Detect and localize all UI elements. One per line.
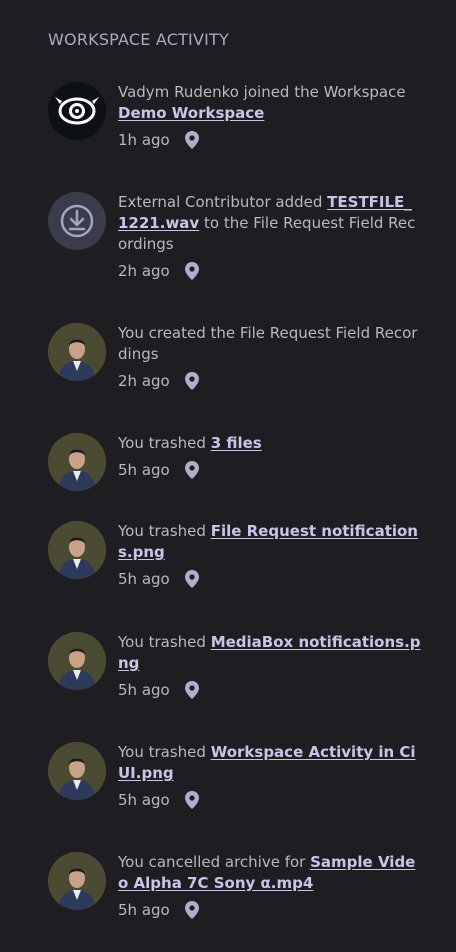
- location-pin-icon[interactable]: [184, 131, 199, 149]
- activity-text: You trashed 3 files: [118, 434, 262, 452]
- location-pin-icon[interactable]: [184, 262, 199, 280]
- activity-time: 5h ago: [118, 901, 170, 919]
- user-avatar: [48, 521, 106, 579]
- location-pin-icon[interactable]: [184, 461, 199, 479]
- activity-link[interactable]: Demo Workspace: [118, 104, 264, 122]
- activity-text: Vadym Rudenko joined the Workspace Demo …: [118, 83, 406, 122]
- panel-heading: WORKSPACE ACTIVITY: [48, 30, 229, 49]
- activity-time: 5h ago: [118, 791, 170, 809]
- activity-text: You trashed Workspace Activity in Ci UI.…: [118, 743, 416, 782]
- user-avatar: [48, 852, 106, 910]
- activity-link[interactable]: 3 files: [211, 434, 262, 452]
- activity-time: 5h ago: [118, 461, 170, 479]
- activity-text: You trashed File Request notifications.p…: [118, 522, 418, 561]
- location-pin-icon[interactable]: [184, 372, 199, 390]
- location-pin-icon[interactable]: [184, 681, 199, 699]
- workspace-logo-icon: [48, 82, 106, 140]
- location-pin-icon[interactable]: [184, 901, 199, 919]
- download-icon: [48, 192, 106, 250]
- location-pin-icon[interactable]: [184, 570, 199, 588]
- user-avatar: [48, 323, 106, 381]
- activity-time: 2h ago: [118, 372, 170, 390]
- location-pin-icon[interactable]: [184, 791, 199, 809]
- user-avatar: [48, 632, 106, 690]
- activity-time: 5h ago: [118, 570, 170, 588]
- activity-text: You cancelled archive for Sample Video A…: [118, 853, 416, 892]
- activity-text: You created the File Request Field Recor…: [118, 324, 418, 363]
- activity-text: External Contributor added TESTFILE_1221…: [118, 193, 416, 253]
- user-avatar: [48, 433, 106, 491]
- workspace-activity-panel: WORKSPACE ACTIVITY Vadym Rudenko joined …: [0, 0, 456, 952]
- activity-time: 2h ago: [118, 262, 170, 280]
- activity-text: You trashed MediaBox notifications.png: [118, 633, 421, 672]
- activity-time: 5h ago: [118, 681, 170, 699]
- activity-time: 1h ago: [118, 131, 170, 149]
- user-avatar: [48, 742, 106, 800]
